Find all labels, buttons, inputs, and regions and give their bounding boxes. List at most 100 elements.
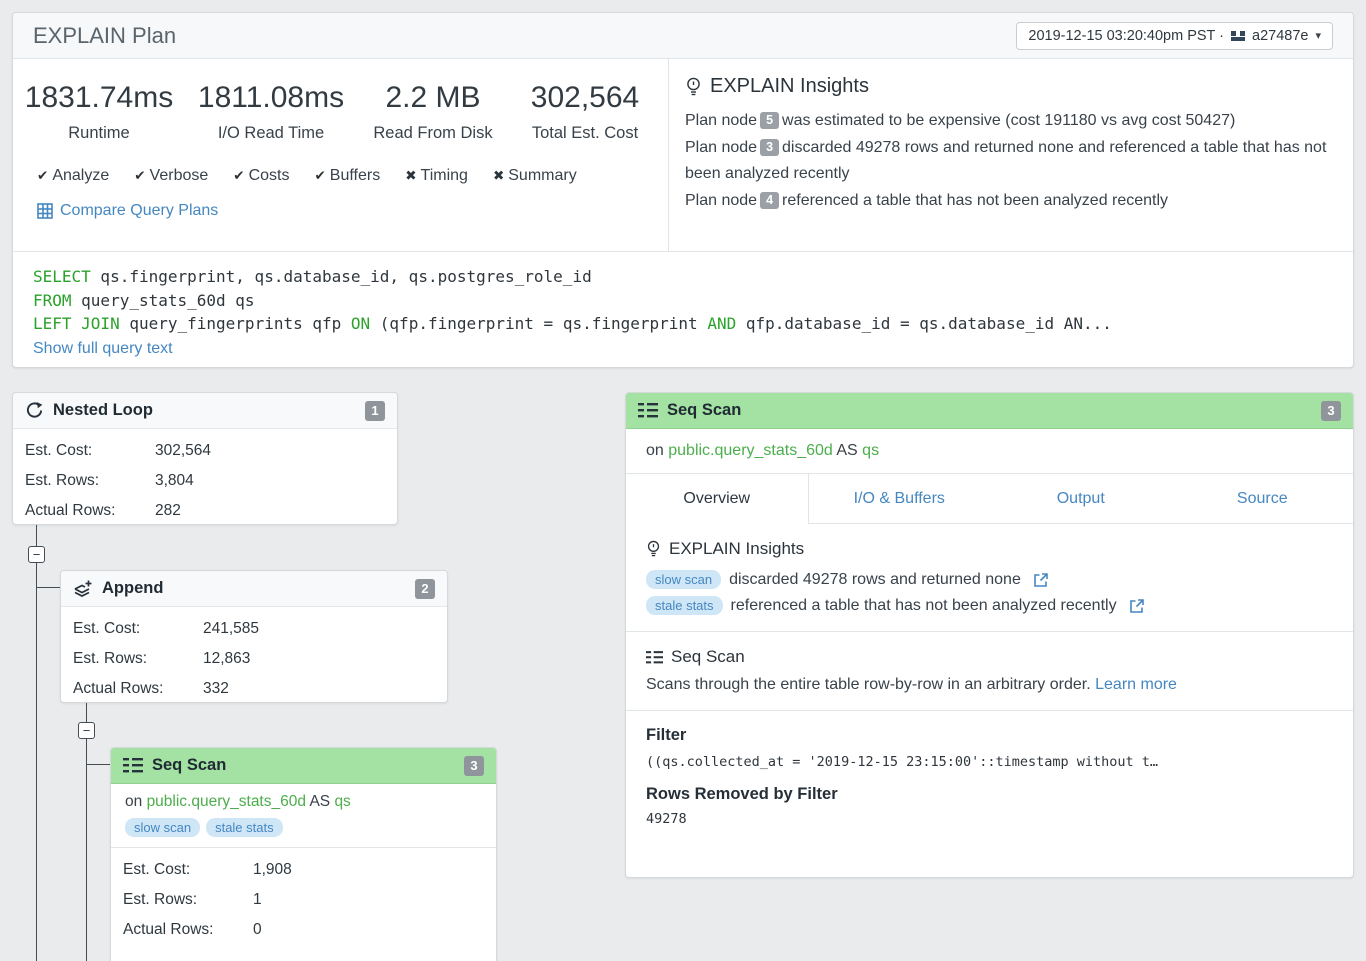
node-type-title: Seq Scan <box>646 647 1333 667</box>
card-header: EXPLAIN Plan 2019-12-15 03:20:40pm PST ·… <box>13 13 1353 59</box>
stale-stats-badge: stale stats <box>646 596 723 615</box>
node-table-row: on public.query_stats_60d AS qs <box>111 784 496 813</box>
table-grid-icon <box>37 203 53 219</box>
node-ref-badge[interactable]: 3 <box>760 139 779 156</box>
node-header: Nested Loop 1 <box>13 393 397 429</box>
plan-timestamp-dropdown[interactable]: 2019-12-15 03:20:40pm PST · a27487e ▾ <box>1016 22 1333 50</box>
tree-line <box>86 739 87 961</box>
plan-node-nested-loop[interactable]: Nested Loop 1 Est. Cost:302,564 Est. Row… <box>12 392 398 525</box>
explain-flags: ✔Analyze ✔Verbose ✔Costs ✔Buffers ✖Timin… <box>13 143 668 185</box>
node-stat: Actual Rows:332 <box>73 674 435 704</box>
flag-verbose: ✔Verbose <box>134 167 208 185</box>
tab-source[interactable]: Source <box>1172 474 1354 524</box>
cross-icon: ✖ <box>493 168 504 183</box>
node-body: Est. Cost:302,564 Est. Rows:3,804 Actual… <box>13 429 397 535</box>
flag-buffers: ✔Buffers <box>314 167 380 185</box>
flag-summary: ✖Summary <box>493 167 577 185</box>
tree-line <box>87 764 110 765</box>
node-number-badge: 1 <box>365 401 385 421</box>
filter-label: Filter <box>646 726 1333 745</box>
cross-icon: ✖ <box>405 168 416 183</box>
node-stat: Est. Rows:1 <box>123 885 484 915</box>
sql-line: SELECT qs.fingerprint, qs.database_id, q… <box>33 265 1333 289</box>
explain-plan-card: EXPLAIN Plan 2019-12-15 03:20:40pm PST ·… <box>12 12 1354 368</box>
panel-table-row: on public.query_stats_60d AS qs <box>626 429 1353 474</box>
panel-insight-items: slow scan discarded 49278 rows and retur… <box>646 570 1333 615</box>
panel-insights-section: EXPLAIN Insights slow scan discarded 492… <box>626 524 1353 631</box>
stat-read-from-disk: 2.2 MB Read From Disk <box>357 79 509 143</box>
node-number-badge: 2 <box>415 579 435 599</box>
append-icon <box>73 579 93 599</box>
insight-item: Plan node3discarded 49278 rows and retur… <box>685 139 1326 183</box>
panel-header: Seq Scan 3 <box>626 393 1353 429</box>
flag-costs: ✔Costs <box>233 167 289 185</box>
learn-more-link[interactable]: Learn more <box>1095 676 1177 693</box>
tab-overview[interactable]: Overview <box>626 474 809 524</box>
node-stat: Est. Cost:302,564 <box>25 436 385 466</box>
sql-line: FROM query_stats_60d qs <box>33 289 1333 313</box>
compare-query-plans-link[interactable]: Compare Query Plans <box>37 202 668 220</box>
external-link-icon[interactable] <box>1129 598 1145 614</box>
insights-items: Plan node5was estimated to be expensive … <box>685 108 1327 214</box>
alias-link[interactable]: qs <box>334 793 350 810</box>
check-icon: ✔ <box>314 168 325 183</box>
panel-title: Seq Scan <box>667 401 741 420</box>
node-stat: Est. Rows:12,863 <box>73 644 435 674</box>
panel-insights-title: EXPLAIN Insights <box>646 539 1333 559</box>
tab-io-buffers[interactable]: I/O & Buffers <box>809 474 991 524</box>
node-stat: Est. Rows:3,804 <box>25 466 385 496</box>
check-icon: ✔ <box>134 168 145 183</box>
stat-row: 1831.74ms Runtime 1811.08ms I/O Read Tim… <box>13 79 668 143</box>
table-link[interactable]: public.query_stats_60d <box>147 793 306 810</box>
rows-removed-value: 49278 <box>646 811 1333 827</box>
node-ref-badge[interactable]: 4 <box>760 192 779 209</box>
table-rows-icon <box>646 651 663 664</box>
insights-title: EXPLAIN Insights <box>685 75 1327 98</box>
node-ref-badge[interactable]: 5 <box>760 112 779 129</box>
table-rows-icon <box>123 758 143 773</box>
alias-link[interactable]: qs <box>862 442 879 459</box>
timestamp-text: 2019-12-15 03:20:40pm PST · <box>1028 28 1224 44</box>
stat-total-est-cost: 302,564 Total Est. Cost <box>509 79 661 143</box>
check-icon: ✔ <box>233 168 244 183</box>
show-full-query-link[interactable]: Show full query text <box>33 340 173 358</box>
node-type-section: Seq Scan Scans through the entire table … <box>626 631 1353 710</box>
panel-insight-item: slow scan discarded 49278 rows and retur… <box>646 570 1333 589</box>
stat-io-read-time: 1811.08ms I/O Read Time <box>185 79 357 143</box>
panel-tabs: Overview I/O & Buffers Output Source <box>626 474 1353 524</box>
plan-node-append[interactable]: Append 2 Est. Cost:241,585 Est. Rows:12,… <box>60 570 448 703</box>
divider <box>668 59 669 251</box>
insight-item: Plan node4referenced a table that has no… <box>685 192 1168 209</box>
node-stat: Est. Cost:1,908 <box>123 855 484 885</box>
node-body: Est. Cost:241,585 Est. Rows:12,863 Actua… <box>61 607 447 713</box>
chevron-down-icon: ▾ <box>1315 29 1321 42</box>
node-number-badge: 3 <box>1321 401 1341 421</box>
external-link-icon[interactable] <box>1033 572 1049 588</box>
node-title: Nested Loop <box>53 401 153 420</box>
node-header: Append 2 <box>61 571 447 607</box>
rows-removed-label: Rows Removed by Filter <box>646 785 1333 804</box>
node-number-badge: 3 <box>464 756 484 776</box>
node-stat: Actual Rows:0 <box>123 915 484 945</box>
lightbulb-icon <box>685 77 702 97</box>
filter-section: Filter ((qs.collected_at = '2019-12-15 2… <box>626 710 1353 843</box>
stale-stats-badge: stale stats <box>206 818 283 837</box>
table-rows-icon <box>638 403 658 418</box>
collapse-node-1-button[interactable]: − <box>28 546 45 563</box>
slow-scan-badge: slow scan <box>125 818 200 837</box>
slow-scan-badge: slow scan <box>646 570 721 589</box>
table-link[interactable]: public.query_stats_60d <box>668 442 833 459</box>
filter-expression: ((qs.collected_at = '2019-12-15 23:15:00… <box>646 754 1333 770</box>
tree-line <box>36 563 37 961</box>
collapse-node-2-button[interactable]: − <box>78 722 95 739</box>
plan-node-seq-scan[interactable]: Seq Scan 3 on public.query_stats_60d AS … <box>110 747 497 961</box>
node-detail-panel: Seq Scan 3 on public.query_stats_60d AS … <box>625 392 1354 878</box>
plan-id: a27487e <box>1252 28 1308 44</box>
tab-output[interactable]: Output <box>990 474 1172 524</box>
panel-insight-item: stale stats referenced a table that has … <box>646 596 1333 615</box>
sql-line: LEFT JOIN query_fingerprints qfp ON (qfp… <box>33 312 1333 336</box>
node-stat: Est. Cost:241,585 <box>73 614 435 644</box>
plan-fingerprint-icon <box>1231 29 1245 43</box>
page-title: EXPLAIN Plan <box>33 23 176 49</box>
flag-analyze: ✔Analyze <box>37 167 109 185</box>
